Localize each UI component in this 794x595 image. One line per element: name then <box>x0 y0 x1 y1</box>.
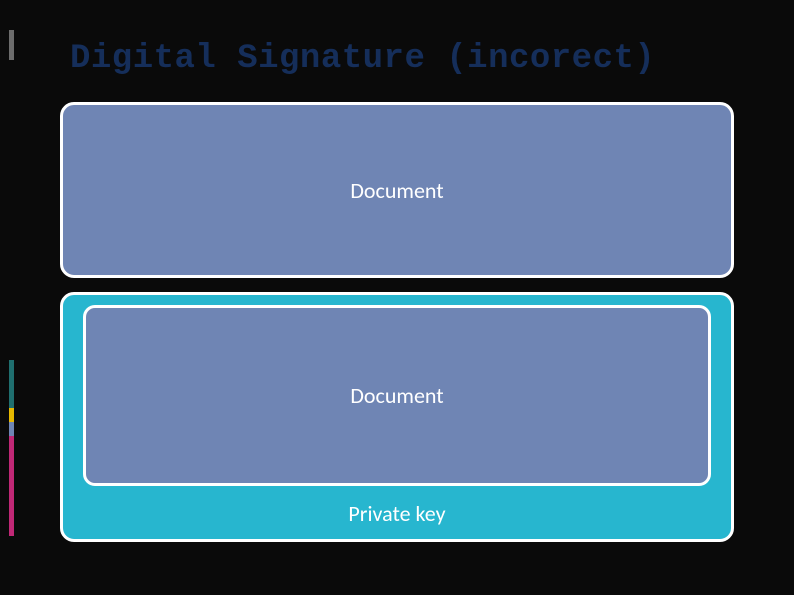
document-box-top: Document <box>60 102 734 278</box>
private-key-box: Document Private key <box>60 292 734 542</box>
private-key-label: Private key <box>83 496 711 527</box>
slide: Digital Signature (incorect) Document Do… <box>0 0 794 595</box>
document-box-inner: Document <box>83 305 711 486</box>
document-label: Document <box>350 382 443 409</box>
slide-title: Digital Signature (incorect) <box>70 40 734 78</box>
document-label: Document <box>350 177 443 204</box>
